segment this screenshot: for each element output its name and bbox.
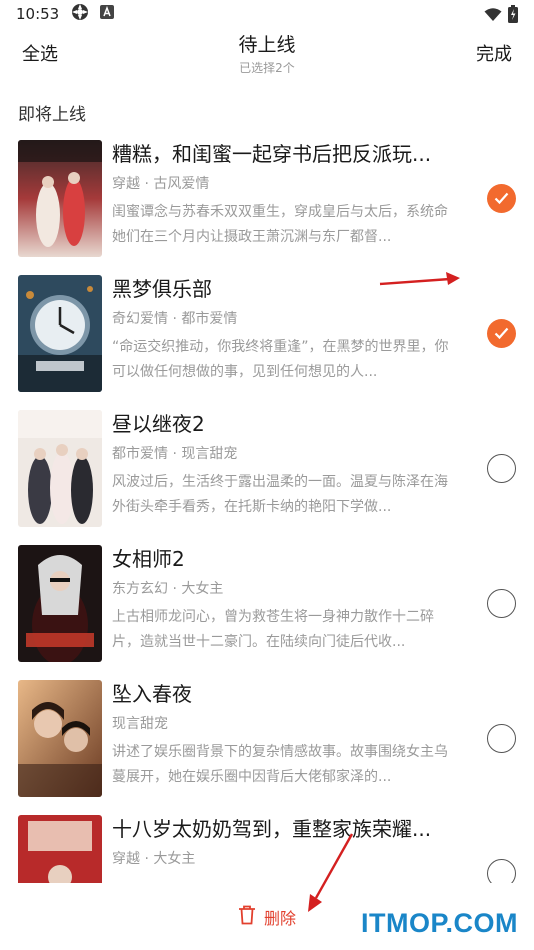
book-description: 讲述了娱乐圈背景下的复杂情感故事。故事围绕女主乌蔓展开，她在娱乐圈中因背后大佬郁… <box>112 744 448 785</box>
book-description: 风波过后，生活终于露出温柔的一面。温夏与陈泽在海外街头牵手看秀，在托斯卡纳的艳阳… <box>112 474 448 515</box>
book-tags: 都市爱情 · 现言甜宠 <box>112 446 238 462</box>
book-cover <box>18 680 102 797</box>
list-item[interactable]: 十八岁太奶奶驾到，重整家族荣耀... 穿越 · 大女主 <box>0 813 534 883</box>
book-tags: 东方玄幻 · 大女主 <box>112 581 224 597</box>
watermark: ITMOP.COM <box>360 908 518 938</box>
book-cover <box>18 140 102 257</box>
book-tags: 穿越 · 古风爱情 <box>112 176 210 192</box>
book-description: 上古相师龙问心，曾为救苍生将一身神力散作十二碎片，造就当世十二豪门。在陆续向门徒… <box>112 609 434 650</box>
text-a-icon <box>99 4 115 24</box>
unselected-checkbox[interactable] <box>487 859 516 883</box>
book-title: 坠入春夜 <box>112 682 192 706</box>
book-list[interactable]: 糟糕，和闺蜜一起穿书后把反派玩... 穿越 · 古风爱情 闺蜜谭念与苏春禾双双重… <box>0 138 534 883</box>
trash-icon <box>238 905 256 929</box>
unselected-checkbox[interactable] <box>487 724 516 753</box>
delete-button[interactable]: 删除 <box>238 905 296 929</box>
book-tags: 奇幻爱情 · 都市爱情 <box>112 311 238 327</box>
book-info: 十八岁太奶奶驾到，重整家族荣耀... 穿越 · 大女主 <box>112 815 456 883</box>
book-info: 糟糕，和闺蜜一起穿书后把反派玩... 穿越 · 古风爱情 闺蜜谭念与苏春禾双双重… <box>112 140 456 250</box>
delete-label: 删除 <box>264 909 297 928</box>
list-item[interactable]: 坠入春夜 现言甜宠 讲述了娱乐圈背景下的复杂情感故事。故事围绕女主乌蔓展开，她在… <box>0 678 534 813</box>
settings-gear-icon <box>71 3 89 25</box>
status-time: 10:53 <box>16 5 60 23</box>
done-button[interactable]: 完成 <box>476 40 512 66</box>
list-item[interactable]: 糟糕，和闺蜜一起穿书后把反派玩... 穿越 · 古风爱情 闺蜜谭念与苏春禾双双重… <box>0 138 534 273</box>
book-tags: 穿越 · 大女主 <box>112 851 196 867</box>
header: 全选 待上线 已选择2个 完成 <box>0 28 534 76</box>
book-info: 昼以继夜2 都市爱情 · 现言甜宠 风波过后，生活终于露出温柔的一面。温夏与陈泽… <box>112 410 456 520</box>
book-title: 十八岁太奶奶驾到，重整家族荣耀... <box>112 817 432 841</box>
selection-count: 已选择2个 <box>239 61 295 75</box>
book-description: “命运交织推动，你我终将重逢”，在黑梦的世界里，你可以做任何想做的事，见到任何想… <box>112 339 449 380</box>
list-item[interactable]: 昼以继夜2 都市爱情 · 现言甜宠 风波过后，生活终于露出温柔的一面。温夏与陈泽… <box>0 408 534 543</box>
book-cover <box>18 275 102 392</box>
checkmark-icon <box>494 327 509 340</box>
book-cover <box>18 545 102 662</box>
book-info: 黑梦俱乐部 奇幻爱情 · 都市爱情 “命运交织推动，你我终将重逢”，在黑梦的世界… <box>112 275 456 385</box>
list-item[interactable]: 黑梦俱乐部 奇幻爱情 · 都市爱情 “命运交织推动，你我终将重逢”，在黑梦的世界… <box>0 273 534 408</box>
wifi-icon <box>484 7 502 26</box>
unselected-checkbox[interactable] <box>487 589 516 618</box>
book-info: 女相师2 东方玄幻 · 大女主 上古相师龙问心，曾为救苍生将一身神力散作十二碎片… <box>112 545 456 655</box>
list-item[interactable]: 女相师2 东方玄幻 · 大女主 上古相师龙问心，曾为救苍生将一身神力散作十二碎片… <box>0 543 534 678</box>
page-title: 待上线 <box>238 34 296 56</box>
book-title: 昼以继夜2 <box>112 412 205 436</box>
book-cover <box>18 410 102 527</box>
unselected-checkbox[interactable] <box>487 454 516 483</box>
book-description: 闺蜜谭念与苏春禾双双重生，穿成皇后与太后，系统命她们在三个月内让摄政王萧沉渊与东… <box>112 204 448 245</box>
book-title: 黑梦俱乐部 <box>112 277 212 301</box>
status-bar: 10:53 <box>0 0 534 28</box>
selected-checkbox[interactable] <box>487 184 516 213</box>
book-description <box>112 875 456 883</box>
book-title: 女相师2 <box>112 547 185 571</box>
battery-charging-icon <box>508 5 518 27</box>
book-title: 糟糕，和闺蜜一起穿书后把反派玩... <box>112 142 432 166</box>
checkmark-icon <box>494 192 509 205</box>
selected-checkbox[interactable] <box>487 319 516 348</box>
title-block: 待上线 已选择2个 <box>0 30 534 76</box>
section-title: 即将上线 <box>18 105 86 125</box>
book-cover <box>18 815 102 883</box>
book-info: 坠入春夜 现言甜宠 讲述了娱乐圈背景下的复杂情感故事。故事围绕女主乌蔓展开，她在… <box>112 680 456 790</box>
book-tags: 现言甜宠 <box>112 716 168 732</box>
